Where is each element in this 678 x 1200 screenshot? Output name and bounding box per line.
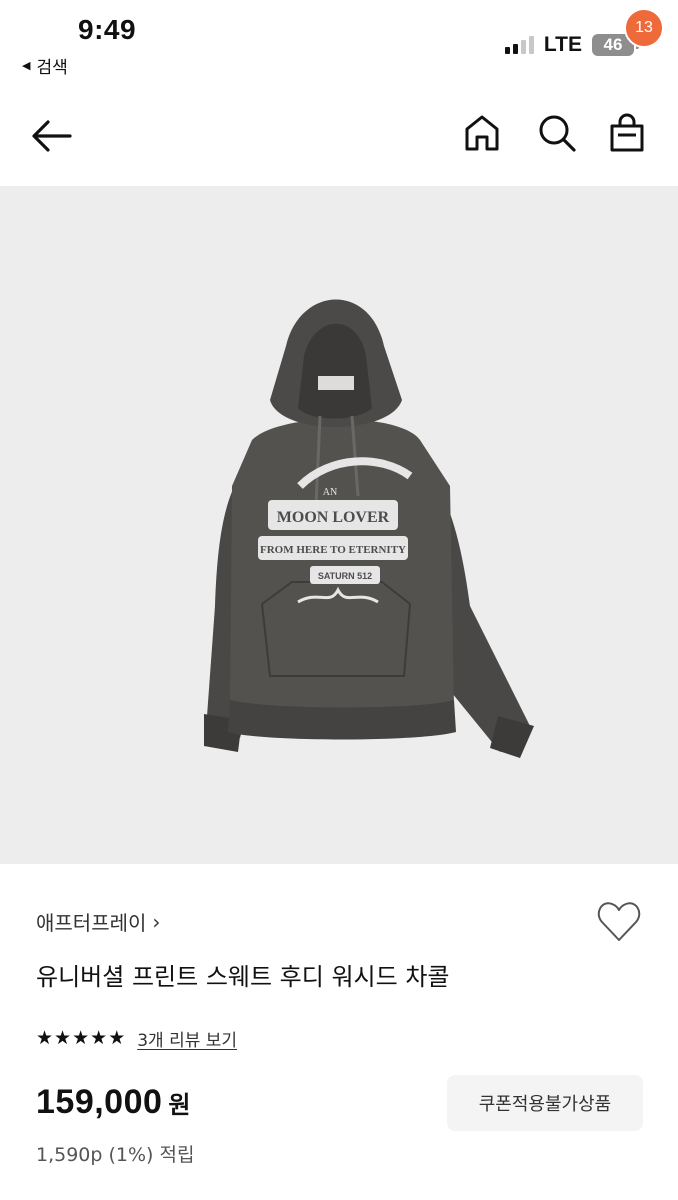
search-button[interactable]	[537, 113, 577, 153]
status-indicators: LTE 46	[504, 33, 639, 57]
battery-level: 46	[603, 35, 623, 54]
status-bar: 9:49 ◀ 검색 LTE 46	[0, 0, 678, 86]
home-button[interactable]	[463, 113, 501, 153]
back-arrow-icon	[32, 120, 72, 152]
price-row: 159,000 원	[36, 1083, 191, 1122]
price-unit: 원	[168, 1091, 191, 1119]
brand-name: 애프터프레이	[36, 911, 147, 935]
back-triangle-icon: ◀	[22, 59, 31, 72]
print-line-1: AN	[323, 487, 337, 498]
coupon-unavailable-badge: 쿠폰적용불가상품	[447, 1075, 643, 1131]
product-image[interactable]: AN MOON LOVER FROM HERE TO ETERNITY SATU…	[0, 186, 678, 864]
chevron-right-icon: ›	[152, 909, 161, 934]
print-line-3: FROM HERE TO ETERNITY	[260, 544, 406, 556]
rating-row: ★ ★ ★ ★ ★ 3개 리뷰 보기	[36, 1026, 237, 1052]
cart-count-badge: 13	[624, 8, 664, 48]
back-to-app-label: 검색	[36, 58, 68, 78]
product-title: 유니버셜 프린트 스웨트 후디 워시드 차콜	[36, 963, 450, 991]
star-icon: ★	[72, 1027, 90, 1049]
print-line-2: MOON LOVER	[277, 509, 390, 526]
wishlist-button[interactable]	[596, 900, 642, 944]
back-to-search-app[interactable]: ◀ 검색	[22, 53, 68, 78]
home-icon	[465, 115, 499, 151]
heart-icon	[597, 902, 641, 941]
star-icon: ★	[36, 1027, 54, 1049]
hoodie-illustration: AN MOON LOVER FROM HERE TO ETERNITY SATU…	[204, 299, 534, 758]
print-line-4: SATURN 512	[318, 571, 372, 581]
network-type: LTE	[543, 33, 582, 56]
reward-points: 1,590p (1%) 적립	[36, 1144, 195, 1166]
price-value: 159,000	[36, 1083, 163, 1121]
star-icon: ★	[54, 1027, 72, 1049]
star-rating: ★ ★ ★ ★ ★	[36, 1029, 125, 1048]
star-icon: ★	[90, 1027, 108, 1049]
star-icon: ★	[108, 1027, 126, 1049]
product-detail-page: 9:49 ◀ 검색 LTE 46 13 AN MOON LOVER FROM H…	[0, 0, 678, 1200]
back-button[interactable]	[30, 116, 74, 156]
search-icon	[539, 115, 576, 152]
brand-link[interactable]: 애프터프레이 ›	[36, 907, 160, 936]
shopping-bag-icon	[610, 113, 644, 152]
shopping-bag-button[interactable]	[608, 113, 646, 153]
nav-header	[0, 86, 678, 186]
review-link[interactable]: 3개 리뷰 보기	[137, 1026, 237, 1051]
cellular-signal-icon	[504, 36, 534, 54]
status-time: 9:49	[78, 14, 137, 45]
